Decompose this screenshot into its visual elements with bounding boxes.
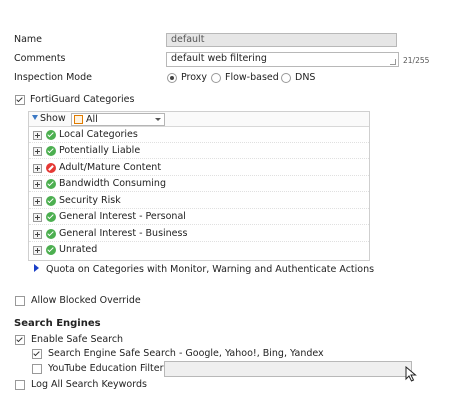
expand-icon[interactable] [33, 131, 42, 140]
name-label: Name [14, 34, 43, 45]
search-engine-safe-search-checkbox[interactable] [32, 349, 42, 359]
search-engine-safe-search-label: Search Engine Safe Search - Google, Yaho… [48, 348, 324, 359]
collapse-arrow-icon[interactable] [34, 264, 39, 272]
filter-icon [32, 115, 38, 120]
category-label: General Interest - Personal [59, 211, 186, 222]
mouse-cursor-icon [405, 366, 417, 382]
category-toolbar: Show All [29, 112, 369, 127]
youtube-filter-label: YouTube Education Filter [48, 363, 164, 374]
category-panel: Show All Local Categories Potentially Li… [28, 111, 370, 261]
category-row-adult[interactable]: Adult/Mature Content [29, 160, 369, 176]
inspection-mode-label: Inspection Mode [14, 72, 92, 83]
allow-status-icon [46, 229, 56, 239]
category-row-unrated[interactable]: Unrated [29, 242, 369, 258]
allow-status-icon [46, 245, 56, 255]
category-row-general-personal[interactable]: General Interest - Personal [29, 209, 369, 225]
name-field[interactable]: default [166, 33, 397, 47]
expand-icon[interactable] [33, 180, 42, 189]
show-label: Show [40, 113, 66, 124]
category-row-bandwidth[interactable]: Bandwidth Consuming [29, 176, 369, 192]
comments-char-count: 21/255 [403, 56, 430, 65]
allow-blocked-override-label: Allow Blocked Override [31, 295, 141, 306]
category-filter-icon [74, 115, 83, 124]
block-status-icon [46, 163, 56, 173]
category-label: Unrated [59, 244, 98, 255]
inspection-proxy-radio[interactable] [167, 73, 177, 83]
comments-label: Comments [14, 53, 66, 64]
category-label: Potentially Liable [59, 145, 141, 156]
fortiguard-categories-checkbox[interactable] [15, 95, 25, 105]
inspection-flow-label[interactable]: Flow-based [225, 72, 279, 84]
category-label: Security Risk [59, 195, 121, 206]
expand-icon[interactable] [33, 230, 42, 239]
inspection-dns-radio[interactable] [281, 73, 291, 83]
category-label: Local Categories [59, 129, 138, 140]
allow-status-icon [46, 146, 56, 156]
allow-blocked-override-checkbox[interactable] [15, 296, 25, 306]
enable-safe-search-checkbox[interactable] [15, 335, 25, 345]
inspection-flow-radio[interactable] [211, 73, 221, 83]
inspection-proxy-label[interactable]: Proxy [181, 72, 207, 84]
inspection-dns-label[interactable]: DNS [295, 72, 315, 84]
allow-status-icon [46, 196, 56, 206]
allow-status-icon [46, 212, 56, 222]
search-engines-heading: Search Engines [14, 318, 101, 329]
category-row-general-business[interactable]: General Interest - Business [29, 226, 369, 242]
category-row-local[interactable]: Local Categories [29, 127, 369, 143]
expand-icon[interactable] [33, 213, 42, 222]
show-select-value: All [86, 114, 98, 125]
enable-safe-search-label: Enable Safe Search [31, 334, 124, 345]
log-search-keywords-label: Log All Search Keywords [31, 379, 147, 390]
log-search-keywords-checkbox[interactable] [15, 380, 25, 390]
resize-handle-icon[interactable] [390, 59, 396, 65]
category-row-security-risk[interactable]: Security Risk [29, 193, 369, 209]
category-label: General Interest - Business [59, 228, 188, 239]
comments-value: default web filtering [171, 53, 267, 64]
category-label: Adult/Mature Content [59, 162, 162, 173]
expand-icon[interactable] [33, 197, 42, 206]
category-label: Bandwidth Consuming [59, 178, 166, 189]
fortiguard-categories-label: FortiGuard Categories [30, 94, 135, 105]
show-select[interactable]: All [71, 113, 165, 126]
youtube-filter-field[interactable] [164, 361, 412, 377]
expand-icon[interactable] [33, 164, 42, 173]
allow-status-icon [46, 130, 56, 140]
youtube-filter-checkbox[interactable] [32, 364, 42, 374]
quota-toggle[interactable]: Quota on Categories with Monitor, Warnin… [46, 264, 374, 276]
allow-status-icon [46, 179, 56, 189]
expand-icon[interactable] [33, 147, 42, 156]
comments-field[interactable]: default web filtering [166, 52, 399, 67]
chevron-down-icon [155, 118, 161, 121]
expand-icon[interactable] [33, 246, 42, 255]
category-row-potentially-liable[interactable]: Potentially Liable [29, 143, 369, 159]
